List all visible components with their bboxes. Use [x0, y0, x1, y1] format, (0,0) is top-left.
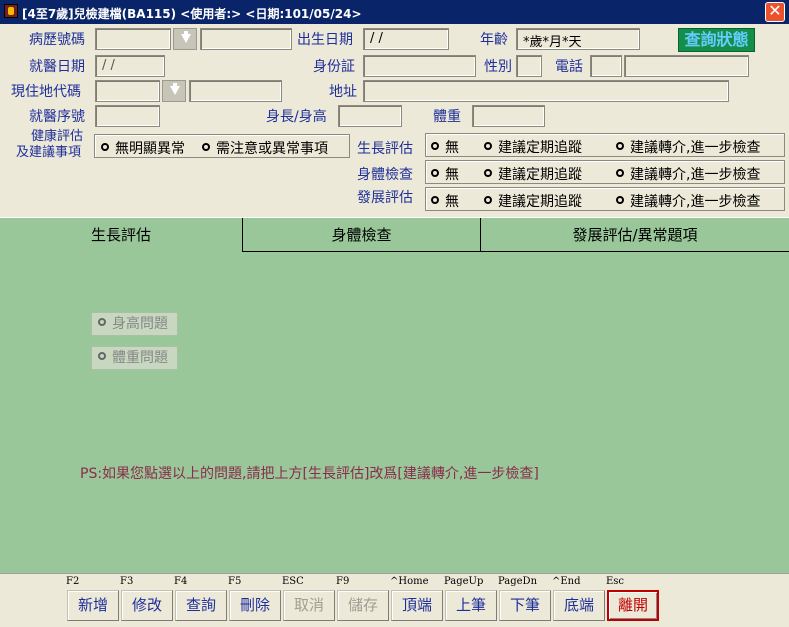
first-record-button[interactable]: 頂端 — [391, 590, 443, 621]
radio-circle-icon — [616, 196, 624, 204]
shortcut-key: F5 — [228, 576, 242, 587]
physical-radio-referral[interactable]: 建議轉介,進一步檢查 — [616, 164, 760, 184]
phone-label: 電話 — [555, 59, 583, 75]
health-eval-radio-group: 無明顯異常 需注意或異常事項 — [94, 134, 350, 158]
development-radio-follow-up[interactable]: 建議定期追蹤 — [484, 191, 582, 211]
growth-radio-none[interactable]: 無 — [431, 137, 459, 157]
tab-growth-eval[interactable]: 生長評估 — [0, 218, 243, 252]
height-label: 身長/身高 — [266, 109, 327, 125]
development-eval-radio-group: 無 建議定期追蹤 建議轉介,進一步檢查 — [425, 187, 785, 211]
radio-circle-icon — [484, 142, 492, 150]
height-field[interactable] — [338, 105, 402, 127]
radio-circle-icon — [431, 196, 439, 204]
physical-exam-label: 身體檢查 — [357, 167, 413, 183]
last-record-button[interactable]: 底端 — [553, 590, 605, 621]
growth-note-text: PS:如果您點選以上的問題,請把上方[生長評估]改爲[建議轉介,進一步檢查] — [80, 466, 539, 482]
area-code-dropdown-arrow-icon[interactable] — [162, 80, 186, 102]
birth-date-field[interactable]: / / — [363, 28, 449, 50]
physical-radio-none[interactable]: 無 — [431, 164, 459, 184]
growth-radio-referral[interactable]: 建議轉介,進一步檢查 — [616, 137, 760, 157]
physical-radio-follow-up[interactable]: 建議定期追蹤 — [484, 164, 582, 184]
weight-problem-checkbox[interactable]: 體重問題 — [91, 346, 178, 370]
area-code-label: 現住地代碼 — [11, 84, 81, 100]
shortcut-key: ^End — [552, 576, 581, 587]
shortcut-key: PageDn — [498, 576, 538, 587]
tab-development-eval[interactable]: 發展評估/異常題項 — [481, 218, 789, 252]
tab-physical-exam[interactable]: 身體檢查 — [243, 218, 481, 252]
tab-panel: 生長評估 身體檢查 發展評估/異常題項 — [0, 217, 789, 573]
age-field[interactable]: *歲*月*天 — [516, 28, 640, 50]
save-button[interactable]: 儲存 — [337, 590, 389, 621]
radio-circle-icon — [431, 142, 439, 150]
title-bar: [4至7歲]兒檢建檔(BA115) <使用者:> <日期:101/05/24> … — [0, 0, 789, 24]
radio-circle-icon — [616, 142, 624, 150]
weight-label: 體重 — [433, 109, 461, 125]
add-button[interactable]: 新增 — [67, 590, 119, 621]
radio-circle-icon — [484, 196, 492, 204]
chart-no-input[interactable] — [95, 28, 171, 50]
id-no-field[interactable] — [363, 55, 476, 77]
age-label: 年齡 — [480, 32, 508, 48]
radio-circle-icon — [616, 169, 624, 177]
radio-circle-icon — [98, 352, 106, 360]
close-icon[interactable]: ✕ — [765, 2, 785, 22]
sex-field[interactable] — [516, 55, 542, 77]
window-title: [4至7歲]兒檢建檔(BA115) <使用者:> <日期:101/05/24> — [22, 7, 362, 21]
development-eval-label: 發展評估 — [357, 190, 413, 206]
phone-number-field[interactable] — [624, 55, 749, 77]
radio-no-abnormality[interactable]: 無明顯異常 — [101, 138, 185, 158]
query-button[interactable]: 查詢 — [175, 590, 227, 621]
sex-label: 性別 — [484, 59, 512, 75]
growth-radio-follow-up[interactable]: 建議定期追蹤 — [484, 137, 582, 157]
development-radio-referral[interactable]: 建議轉介,進一步檢查 — [616, 191, 760, 211]
growth-eval-radio-group: 無 建議定期追蹤 建議轉介,進一步檢查 — [425, 133, 785, 157]
delete-button[interactable]: 刪除 — [229, 590, 281, 621]
birth-date-label: 出生日期 — [297, 32, 353, 48]
visit-seq-field[interactable] — [95, 105, 160, 127]
radio-circle-icon — [431, 169, 439, 177]
chart-no-dropdown-arrow-icon[interactable] — [173, 28, 197, 50]
height-problem-checkbox[interactable]: 身高問題 — [91, 312, 178, 336]
health-eval-label-line2: 及建議事項 — [16, 145, 82, 160]
edit-button[interactable]: 修改 — [121, 590, 173, 621]
address-field[interactable] — [363, 80, 729, 102]
shortcut-key: ^Home — [390, 576, 429, 587]
area-name-field[interactable] — [189, 80, 282, 102]
weight-field[interactable] — [472, 105, 545, 127]
radio-circle-icon — [101, 143, 109, 151]
shortcut-key: F3 — [120, 576, 134, 587]
radio-circle-icon — [484, 169, 492, 177]
visit-date-field[interactable]: / / — [95, 55, 165, 77]
query-status-button[interactable]: 查詢狀態 — [678, 28, 755, 52]
shortcut-key: F4 — [174, 576, 188, 587]
previous-record-button[interactable]: 上筆 — [445, 590, 497, 621]
patient-name-field[interactable] — [200, 28, 292, 50]
radio-circle-icon — [202, 143, 210, 151]
visit-seq-label: 就醫序號 — [29, 109, 85, 125]
phone-area-field[interactable] — [590, 55, 622, 77]
shortcut-key: Esc — [606, 576, 625, 587]
area-code-input[interactable] — [95, 80, 160, 102]
bottom-toolbar: F2 F3 F4 F5 ESC F9 ^Home PageUp PageDn ^… — [0, 573, 789, 627]
visit-date-label: 就醫日期 — [29, 59, 85, 75]
radio-needs-attention[interactable]: 需注意或異常事項 — [202, 138, 328, 158]
exit-button[interactable]: 離開 — [607, 590, 659, 621]
address-label: 地址 — [329, 84, 357, 100]
shortcut-key: PageUp — [444, 576, 484, 587]
app-icon — [4, 4, 18, 18]
id-no-label: 身份証 — [313, 59, 355, 75]
radio-circle-icon — [98, 318, 106, 326]
physical-exam-radio-group: 無 建議定期追蹤 建議轉介,進一步檢查 — [425, 160, 785, 184]
shortcut-key: F9 — [336, 576, 350, 587]
development-radio-none[interactable]: 無 — [431, 191, 459, 211]
shortcut-key: F2 — [66, 576, 80, 587]
cancel-button[interactable]: 取消 — [283, 590, 335, 621]
shortcut-key: ESC — [282, 576, 304, 587]
growth-eval-label: 生長評估 — [357, 141, 413, 157]
next-record-button[interactable]: 下筆 — [499, 590, 551, 621]
chart-no-label: 病歷號碼 — [29, 32, 85, 48]
